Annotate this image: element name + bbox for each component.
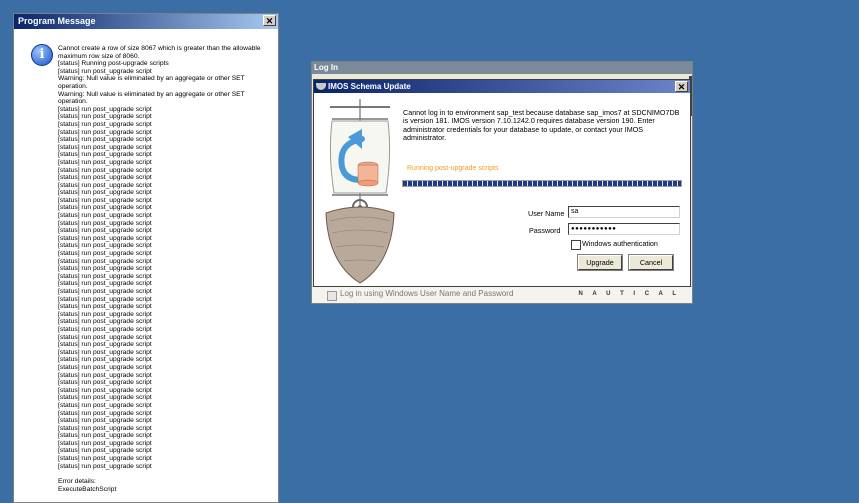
upgrade-status: Running post-upgrade scripts <box>407 165 499 172</box>
log-line: [status] run post_upgrade script <box>58 128 152 136</box>
login-footer: Log in using Windows User Name and Passw… <box>312 286 692 303</box>
log-line: [status] run post_upgrade script <box>58 105 152 113</box>
log-line: [status] run post_upgrade script <box>58 341 152 349</box>
program-message-close-button[interactable]: ✕ <box>263 15 276 26</box>
brand-logo: N A U T I C A L <box>578 291 680 297</box>
log-line: [status] run post_upgrade script <box>58 310 152 318</box>
log-line: [status] run post_upgrade script <box>58 348 152 356</box>
log-line: [status] run post_upgrade script <box>58 356 152 364</box>
log-line: [status] run post_upgrade script <box>58 462 152 470</box>
log-line: [status] run post_upgrade script <box>58 181 152 189</box>
ship-illustration <box>325 99 395 284</box>
log-line: [status] run post_upgrade script <box>58 212 152 220</box>
windows-login-label: Log in using Windows User Name and Passw… <box>340 289 514 298</box>
program-message-window: Program Message ✕ i Cannot create a row … <box>13 13 279 503</box>
info-icon: i <box>31 44 53 66</box>
log-line: [status] run post_upgrade script <box>58 151 152 159</box>
windows-login-checkbox[interactable] <box>327 291 337 301</box>
log-line: [status] run post_upgrade script <box>58 424 152 432</box>
log-line: [status] run post_upgrade script <box>58 325 152 333</box>
windows-auth-checkbox[interactable] <box>571 240 581 250</box>
upgrade-progress-fill <box>403 181 681 186</box>
ship-icon <box>316 83 326 90</box>
log-gap <box>58 470 272 478</box>
program-message-title: Program Message <box>18 16 96 26</box>
program-message-log: Cannot create a row of size 8067 which i… <box>58 45 272 493</box>
username-label: User Name <box>528 209 565 218</box>
log-line: [status] run post_upgrade script <box>58 272 152 280</box>
windows-auth-label: Windows authentication <box>582 239 658 248</box>
log-line: [status] run post_upgrade script <box>58 166 152 174</box>
upgrade-progress-bar <box>402 180 682 187</box>
log-line: Warning: Null value is eliminated by an … <box>58 90 245 106</box>
log-line: [status] run post_upgrade script <box>58 120 152 128</box>
log-line: [status] run post_upgrade script <box>58 394 152 402</box>
error-details-label: Error details: <box>58 478 96 486</box>
schema-update-close-button[interactable]: ✕ <box>675 81 688 92</box>
log-line: [status] run post_upgrade script <box>58 455 152 463</box>
log-line: [status] run post_upgrade script <box>58 303 152 311</box>
log-line: [status] run post_upgrade script <box>58 113 152 121</box>
log-line: [status] run post_upgrade script <box>58 219 152 227</box>
log-line: [status] run post_upgrade script <box>58 295 152 303</box>
program-message-titlebar: Program Message ✕ <box>14 14 278 29</box>
log-line: [status] run post_upgrade script <box>58 439 152 447</box>
log-line: [status] Running post-upgrade scripts <box>58 60 169 68</box>
log-line: [status] run post_upgrade script <box>58 174 152 182</box>
log-line: [status] run post_upgrade script <box>58 257 152 265</box>
log-line: [status] run post_upgrade script <box>58 227 152 235</box>
log-line: [status] run post_upgrade script <box>58 250 152 258</box>
log-line: [status] run post_upgrade script <box>58 288 152 295</box>
schema-update-titlebar: IMOS Schema Update ✕ <box>314 80 690 93</box>
log-line: [status] run post_upgrade script <box>58 447 152 455</box>
log-line: [status] run post_upgrade script <box>58 67 152 75</box>
cancel-button[interactable]: Cancel <box>628 254 674 271</box>
log-line: [status] run post_upgrade script <box>58 363 152 371</box>
log-line: Cannot create a row of size 8067 which i… <box>58 45 261 60</box>
log-line: [status] run post_upgrade script <box>58 371 152 379</box>
error-details-value: ExecuteBatchScript <box>58 485 117 493</box>
log-line: [status] run post_upgrade script <box>58 318 152 326</box>
log-line: [status] run post_upgrade script <box>58 432 152 440</box>
log-line: [status] run post_upgrade script <box>58 401 152 409</box>
log-line: [status] run post_upgrade script <box>58 196 152 204</box>
log-line: [status] run post_upgrade script <box>58 143 152 151</box>
log-line: [status] run post_upgrade script <box>58 204 152 212</box>
log-line: [status] run post_upgrade script <box>58 386 152 394</box>
upgrade-button[interactable]: Upgrade <box>577 254 623 271</box>
log-line: [status] run post_upgrade script <box>58 265 152 273</box>
log-line: Warning: Null value is eliminated by an … <box>58 75 245 90</box>
log-line: [status] run post_upgrade script <box>58 189 152 197</box>
log-line: [status] run post_upgrade script <box>58 333 152 341</box>
schema-update-title: IMOS Schema Update <box>328 82 411 91</box>
log-line: [status] run post_upgrade script <box>58 158 152 166</box>
log-line: [status] run post_upgrade script <box>58 136 152 144</box>
schema-update-message: Cannot log in to environment sap_test be… <box>403 108 680 143</box>
password-input[interactable]: ●●●●●●●●●●● <box>568 223 680 235</box>
log-line: [status] run post_upgrade script <box>58 379 152 387</box>
password-label: Password <box>529 226 561 235</box>
schema-update-dialog: IMOS Schema Update ✕ Cannot log in to en… <box>313 79 691 287</box>
log-line: [status] run post_upgrade script <box>58 409 152 417</box>
log-line: [status] run post_upgrade script <box>58 242 152 250</box>
login-titlebar: Log In <box>312 62 692 74</box>
username-input[interactable]: sa <box>568 206 680 218</box>
log-line: [status] run post_upgrade script <box>58 280 152 288</box>
log-line: [status] run post_upgrade script <box>58 234 152 242</box>
log-line: [status] run post_upgrade script <box>58 417 152 425</box>
